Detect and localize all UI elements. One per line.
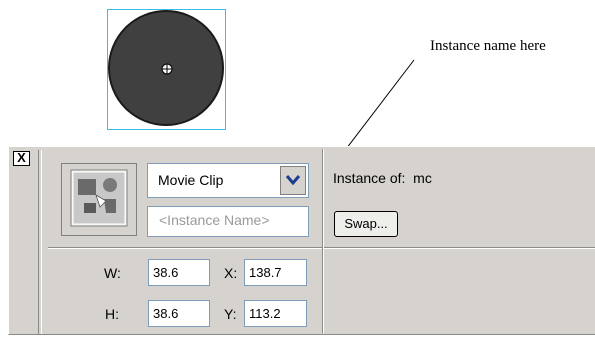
chevron-down-icon — [285, 175, 301, 186]
width-label: W: — [104, 265, 121, 281]
y-field[interactable]: 113.2 — [244, 300, 307, 327]
x-label: X: — [224, 265, 238, 281]
instance-name-placeholder: <Instance Name> — [159, 212, 270, 228]
movie-clip-symbol-icon — [70, 169, 128, 227]
width-field[interactable]: 38.6 — [148, 259, 210, 286]
close-icon[interactable]: X — [13, 151, 30, 166]
panel-grip[interactable] — [38, 150, 42, 334]
x-field[interactable]: 138.7 — [244, 259, 307, 286]
height-field[interactable]: 38.6 — [148, 300, 210, 327]
symbol-type-value: Movie Clip — [158, 172, 224, 188]
instance-of-value: mc — [413, 170, 432, 186]
instance-of-label: Instance of: — [333, 170, 406, 186]
instance-of-row: Instance of: mc — [333, 170, 432, 186]
column-divider-highlight — [323, 149, 324, 333]
swap-button[interactable]: Swap... — [334, 211, 398, 237]
y-label: Y: — [224, 306, 237, 322]
height-label: H: — [105, 306, 119, 322]
